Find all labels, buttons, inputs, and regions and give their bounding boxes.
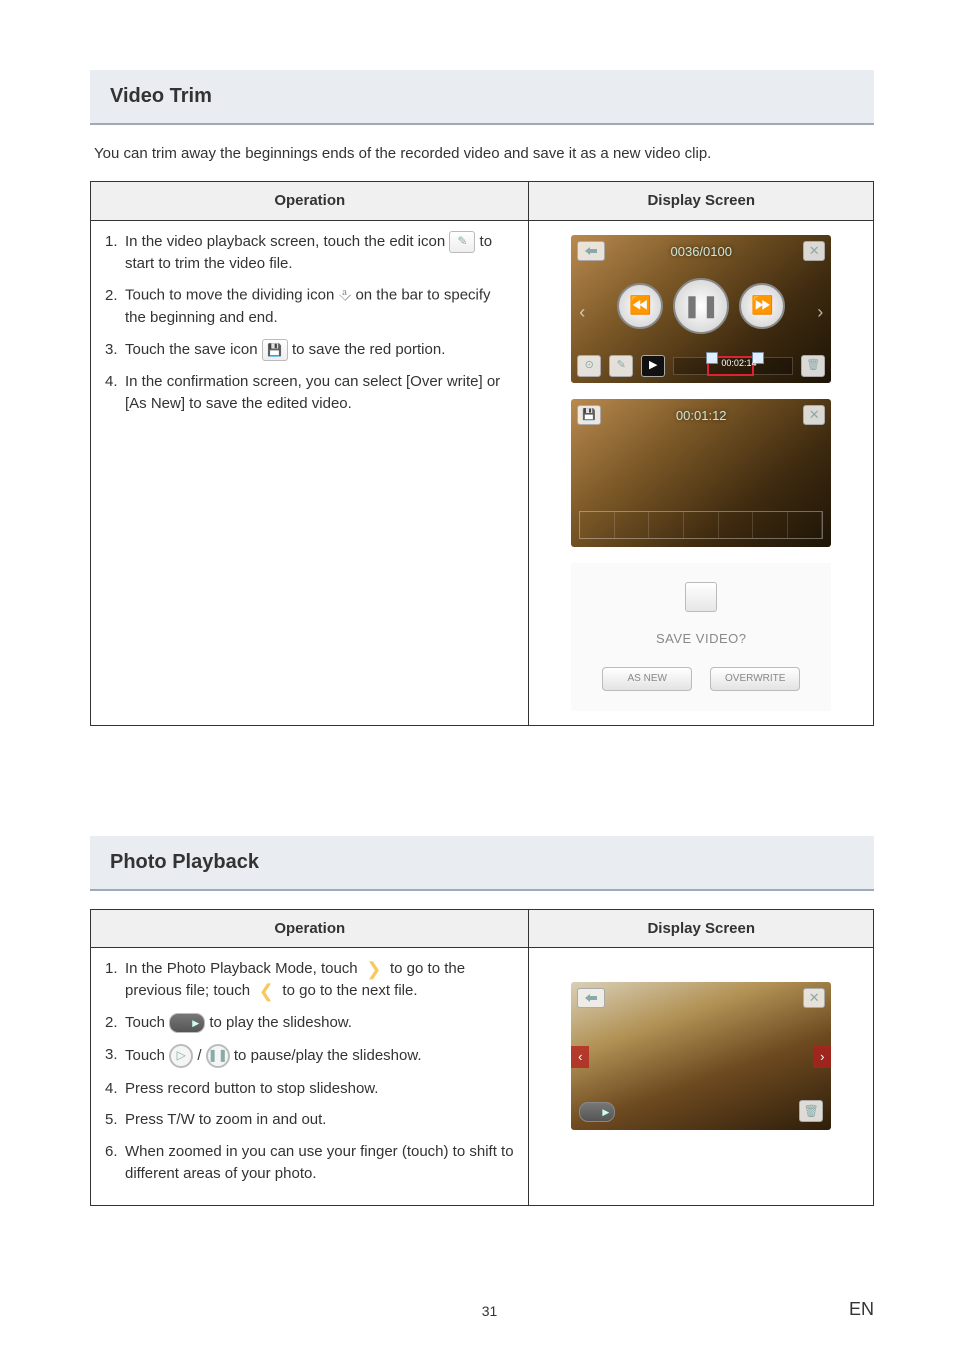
slideshow-icon[interactable] (579, 1102, 615, 1122)
step-4: 4.Press record button to stop slideshow. (105, 1078, 514, 1100)
rewind-icon[interactable]: ⏪ (617, 283, 663, 329)
step-4: 4.In the confirmation screen, you can se… (105, 371, 514, 415)
trim-start-handle[interactable] (706, 352, 718, 364)
step-2: 2.Touch to move the dividing icon ⎀ on t… (105, 284, 514, 329)
col-display: Display Screen (529, 909, 874, 948)
page-lang: EN (849, 1296, 874, 1322)
step-text: Touch the save icon (125, 341, 258, 358)
prev-photo-icon[interactable]: ‹ (571, 1046, 589, 1068)
slideshow-icon (169, 1013, 205, 1033)
step-num: 3. (105, 1044, 125, 1066)
step-num: 3. (105, 339, 125, 361)
step-num: 5. (105, 1109, 125, 1131)
close-icon[interactable]: ✕ (803, 405, 825, 425)
step-text: Touch to move the dividing icon (125, 287, 334, 304)
step-num: 1. (105, 231, 125, 253)
photo-steps: 1.In the Photo Playback Mode, touch ❯ to… (105, 958, 514, 1184)
save-question: SAVE VIDEO? (656, 630, 747, 649)
photo-screen: ✕ ‹ › 🗑 (571, 982, 831, 1130)
step-num: 1. (105, 958, 125, 980)
step-3: 3.Touch ▷ / ❚❚ to pause/play the slidesh… (105, 1044, 514, 1068)
forward-icon[interactable]: ⏩ (739, 283, 785, 329)
step-text: to play the slideshow. (209, 1014, 352, 1031)
step-1: 1.In the video playback screen, touch th… (105, 231, 514, 275)
frame-strip[interactable] (579, 511, 823, 539)
trim-track[interactable]: 00:02:14 (673, 357, 793, 375)
pause-icon[interactable]: ❚❚ (673, 278, 729, 334)
step-text: to pause/play the slideshow. (234, 1046, 422, 1063)
step-num: 4. (105, 371, 125, 393)
close-icon[interactable]: ✕ (803, 988, 825, 1008)
photo-playback-table: Operation Display Screen 1.In the Photo … (90, 909, 874, 1206)
step-num: 6. (105, 1141, 125, 1163)
next-photo-icon[interactable]: › (813, 1046, 831, 1068)
col-operation: Operation (91, 909, 529, 948)
save-dialog: SAVE VIDEO? AS NEW OVERWRITE (571, 563, 831, 711)
slow-icon[interactable]: ⊙ (577, 355, 601, 377)
track-timecode: 00:02:14 (721, 357, 756, 370)
back-icon[interactable] (577, 241, 605, 261)
overwrite-button[interactable]: OVERWRITE (710, 667, 800, 691)
back-icon[interactable] (577, 988, 605, 1008)
step-6: 6.When zoomed in you can use your finger… (105, 1141, 514, 1185)
step-1: 1.In the Photo Playback Mode, touch ❯ to… (105, 958, 514, 1002)
edit-icon: ✎ (449, 231, 475, 253)
page-number: 31 (130, 1301, 849, 1321)
step-3: 3.Touch the save icon 💾 to save the red … (105, 339, 514, 361)
step-text: Touch (125, 1046, 165, 1063)
step-text: to save the red portion. (292, 341, 445, 358)
step-num: 2. (105, 1012, 125, 1034)
step-text: / (197, 1046, 201, 1063)
step-text: Press record button to stop slideshow. (125, 1080, 378, 1097)
col-operation: Operation (91, 181, 529, 220)
playback-screen: 0036/0100 ✕ ‹ › ⏪ ❚❚ ⏩ ⊙ ✎ ▶ (571, 235, 831, 383)
clip-counter: 0036/0100 (671, 243, 732, 262)
trim-timecode: 00:01:12 (676, 407, 727, 426)
step-text: Press T/W to zoom in and out. (125, 1111, 326, 1128)
step-text: In the video playback screen, touch the … (125, 233, 445, 250)
divider-icon: ⎀ (338, 284, 351, 307)
save-icon: 💾 (262, 339, 288, 361)
chevron-right-icon: ❯ (362, 959, 386, 979)
section-video-trim-title: Video Trim (90, 70, 874, 125)
video-trim-intro: You can trim away the beginnings ends of… (90, 143, 874, 165)
close-icon[interactable]: ✕ (803, 241, 825, 261)
save-icon[interactable]: 💾 (577, 405, 601, 425)
trim-screen: 💾 00:01:12 ✕ (571, 399, 831, 547)
step-text: In the Photo Playback Mode, touch (125, 960, 358, 977)
col-display: Display Screen (529, 181, 874, 220)
trash-icon[interactable]: 🗑 (801, 355, 825, 377)
page-footer: 31 EN (90, 1266, 874, 1322)
chevron-left-icon: ❮ (254, 981, 278, 1001)
step-text: When zoomed in you can use your finger (… (125, 1143, 514, 1182)
as-new-button[interactable]: AS NEW (602, 667, 692, 691)
step-text: In the confirmation screen, you can sele… (125, 373, 500, 412)
play-circle-icon: ▷ (169, 1044, 193, 1068)
save-icon (685, 582, 717, 612)
step-num: 2. (105, 285, 125, 307)
trash-icon[interactable]: 🗑 (799, 1100, 823, 1122)
pause-circle-icon: ❚❚ (206, 1044, 230, 1068)
section-photo-playback-title: Photo Playback (90, 836, 874, 891)
play-icon[interactable]: ▶ (641, 355, 665, 377)
step-text: to go to the next file. (282, 982, 417, 999)
video-trim-steps: 1.In the video playback screen, touch th… (105, 231, 514, 415)
step-num: 4. (105, 1078, 125, 1100)
video-trim-table: Operation Display Screen 1.In the video … (90, 181, 874, 726)
step-2: 2.Touch to play the slideshow. (105, 1012, 514, 1034)
step-5: 5.Press T/W to zoom in and out. (105, 1109, 514, 1131)
step-text: Touch (125, 1014, 165, 1031)
edit-icon[interactable]: ✎ (609, 355, 633, 377)
